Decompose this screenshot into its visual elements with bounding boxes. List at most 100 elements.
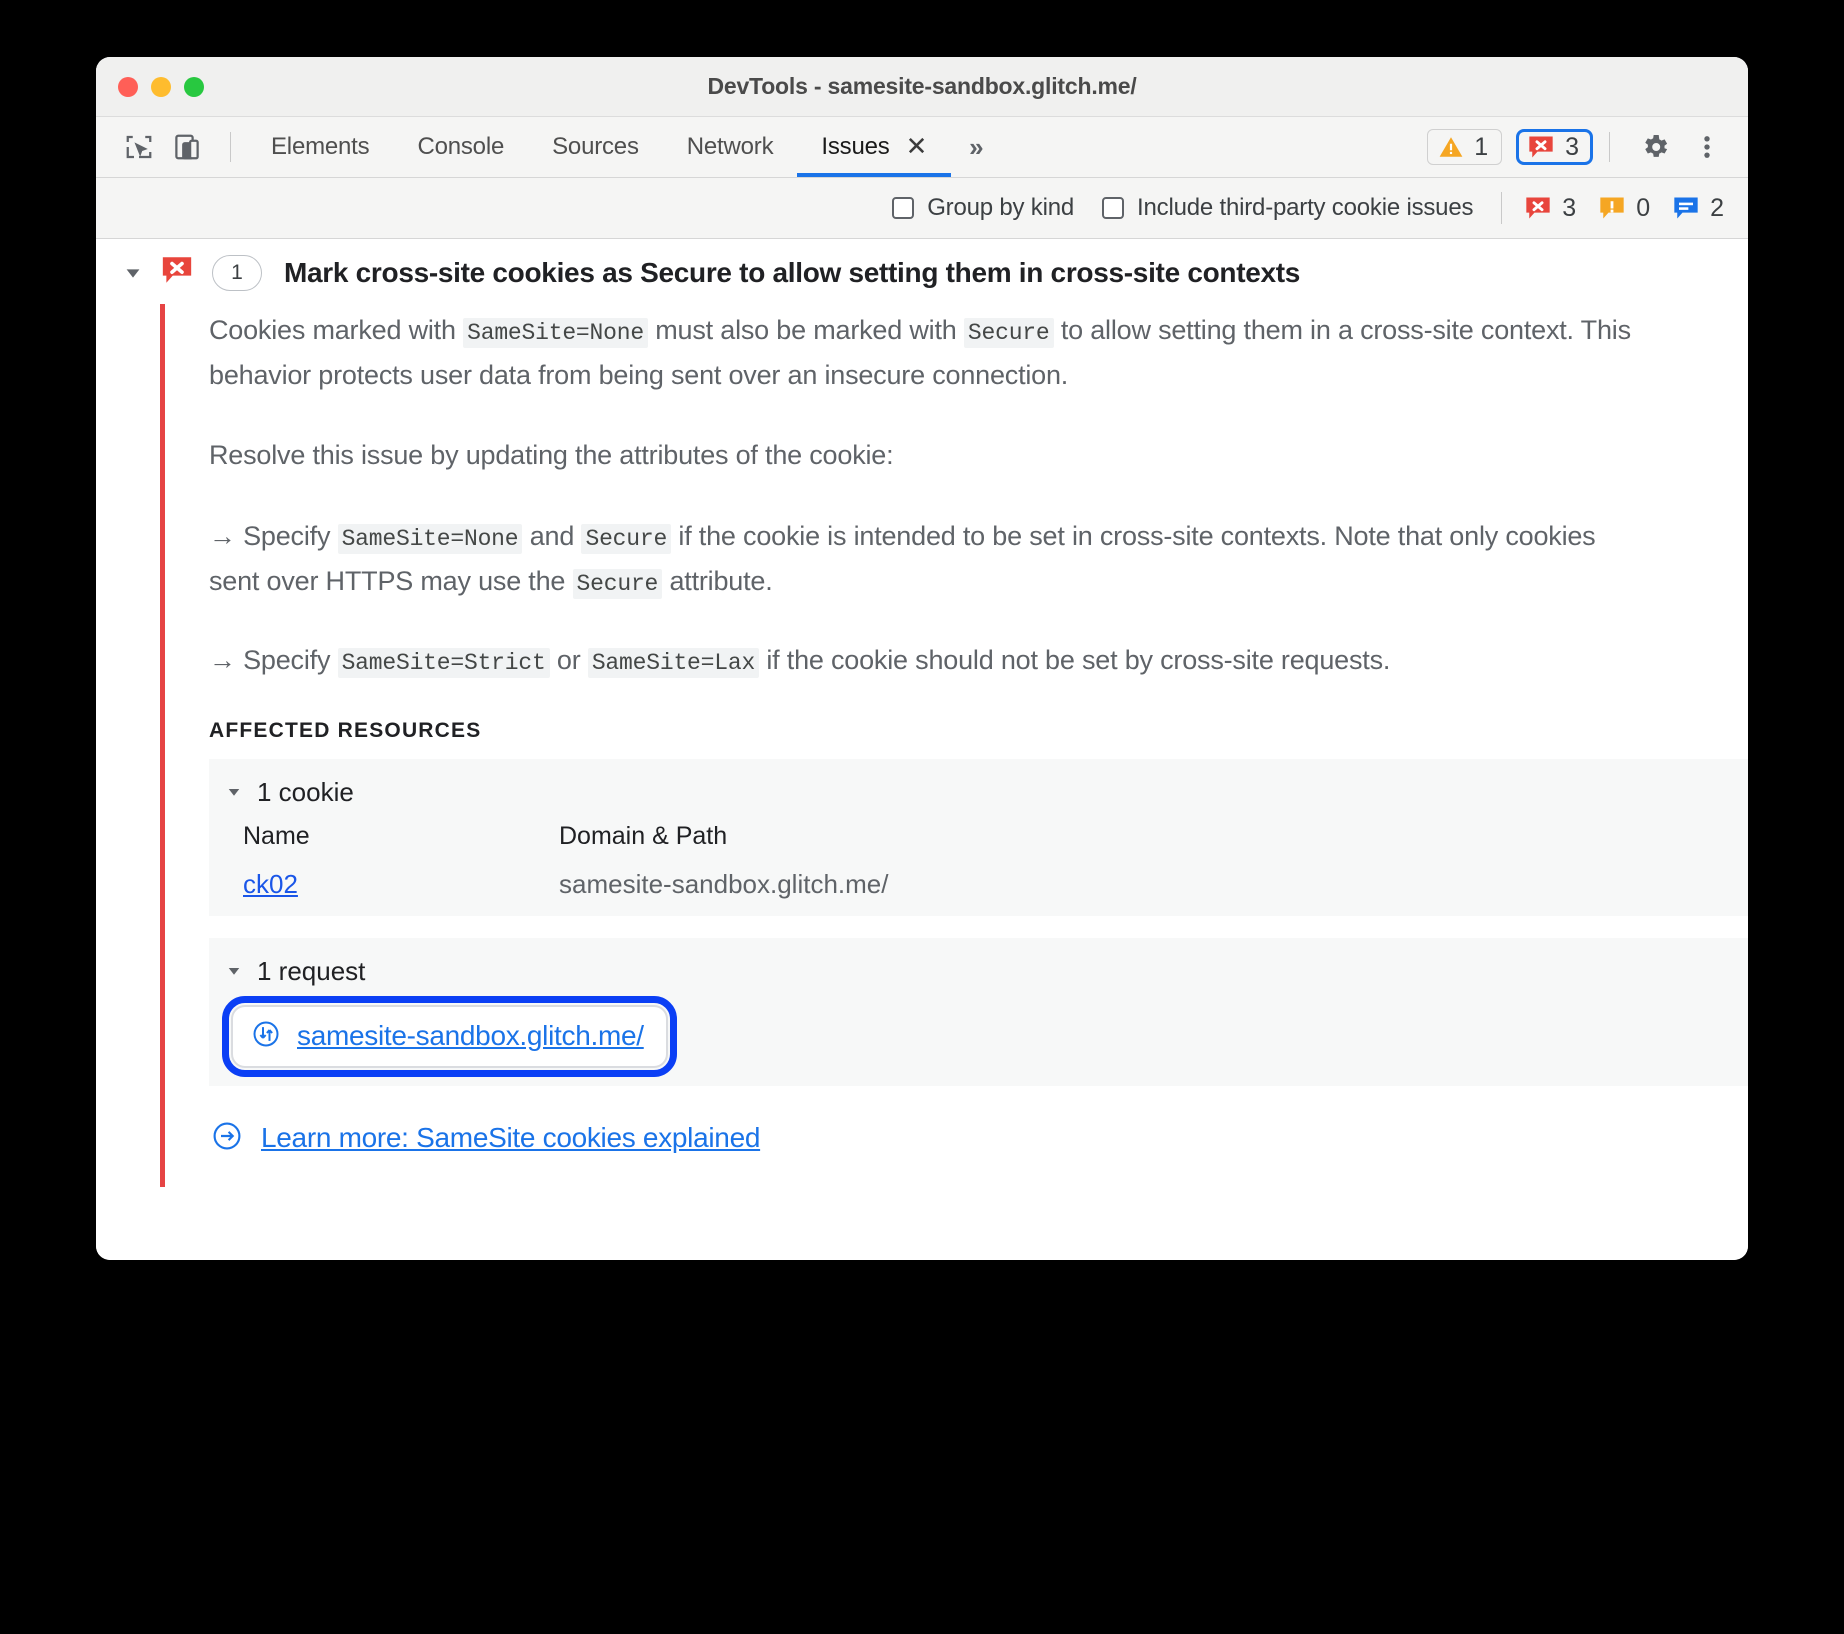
tab-network-label: Network: [686, 133, 774, 160]
code-samesite-none: SameSite=None: [463, 318, 648, 348]
bullet2-seg2: or: [549, 644, 588, 675]
gear-icon[interactable]: [1632, 124, 1678, 170]
window-title: DevTools - samesite-sandbox.glitch.me/: [707, 73, 1137, 99]
bullet2-seg1: Specify: [235, 644, 338, 675]
column-header-domain-path: Domain & Path: [559, 821, 728, 850]
warning-bubble-icon: [1600, 197, 1624, 219]
chevron-down-icon[interactable]: [225, 956, 243, 987]
tab-issues-label: Issues: [821, 133, 890, 160]
include-third-party-label: Include third-party cookie issues: [1137, 194, 1474, 221]
affected-requests-toggle[interactable]: 1 request: [209, 948, 1748, 995]
warning-count: 1: [1474, 132, 1489, 161]
error-counter-button[interactable]: 3: [1516, 129, 1593, 165]
para1-seg2: must also be marked with: [647, 315, 964, 345]
chevron-down-icon[interactable]: [225, 777, 243, 808]
zoom-window-button[interactable]: [184, 76, 204, 97]
code-samesite-none-2: SameSite=None: [337, 524, 523, 555]
issue-body: Cookies marked with SameSite=None must a…: [160, 304, 1748, 1187]
affected-requests-summary: 1 request: [257, 955, 366, 986]
tab-network[interactable]: Network: [663, 117, 798, 177]
code-samesite-lax: SameSite=Lax: [587, 647, 760, 678]
devtools-tabbar: Elements Console Sources Network Issues …: [96, 117, 1748, 178]
toolbar-divider: [230, 132, 231, 162]
issue-description-paragraph-2: Resolve this issue by updating the attri…: [209, 440, 894, 471]
inspect-element-icon[interactable]: [118, 126, 160, 168]
affected-cookies-toggle[interactable]: 1 cookie: [209, 769, 1748, 816]
tab-sources[interactable]: Sources: [528, 117, 663, 177]
issue-header-row[interactable]: 1 Mark cross-site cookies as Secure to a…: [96, 239, 1748, 304]
error-count: 3: [1565, 132, 1579, 161]
issues-filter-bar: Group by kind Include third-party cookie…: [96, 178, 1748, 239]
chevron-down-icon[interactable]: [118, 262, 148, 284]
window-titlebar: DevTools - samesite-sandbox.glitch.me/: [96, 57, 1748, 117]
network-request-icon: [251, 1019, 281, 1054]
table-row: ck02 samesite-sandbox.glitch.me/: [243, 869, 1748, 900]
warning-counter-button[interactable]: 1: [1427, 129, 1503, 165]
code-secure-3: Secure: [572, 568, 663, 599]
arrow-circle-right-icon: [211, 1120, 243, 1157]
bullet2-seg3: if the cookie should not be set by cross…: [759, 644, 1391, 675]
panel-tabs: Elements Console Sources Network Issues …: [247, 117, 998, 177]
cookie-name-cell: ck02: [243, 869, 559, 900]
warning-stat[interactable]: 0: [1598, 194, 1650, 223]
tab-console[interactable]: Console: [393, 117, 528, 177]
info-stat-count: 2: [1710, 193, 1724, 222]
warning-stat-count: 0: [1636, 193, 1651, 222]
devtools-window: DevTools - samesite-sandbox.glitch.me/ E…: [96, 57, 1748, 1260]
issue-count-badge: 1: [212, 254, 262, 291]
group-by-kind-label: Group by kind: [927, 194, 1075, 221]
tab-elements-label: Elements: [271, 133, 370, 160]
issue-severity-icon: [160, 253, 194, 292]
filterbar-divider: [1501, 192, 1503, 224]
tab-issues[interactable]: Issues ✕: [797, 117, 951, 177]
code-secure: Secure: [963, 318, 1054, 348]
group-by-kind-checkbox-row[interactable]: Group by kind: [892, 194, 1074, 222]
arrow-right-glyph-2: →: [209, 644, 236, 675]
error-stat[interactable]: 3: [1524, 194, 1576, 223]
code-secure-2: Secure: [581, 524, 672, 555]
issue-title: Mark cross-site cookies as Secure to all…: [284, 256, 1301, 288]
table-header-row: Name Domain & Path: [243, 822, 1748, 851]
device-toolbar-icon[interactable]: [166, 126, 208, 168]
error-icon: [162, 257, 192, 283]
affected-cookies-section: 1 cookie Name Domain & Path ck02 samesit…: [209, 758, 1748, 916]
error-icon: [1529, 136, 1553, 158]
issue-bullet-2: → Specify SameSite=Strict or SameSite=La…: [209, 638, 1639, 683]
include-third-party-checkbox-row[interactable]: Include third-party cookie issues: [1102, 194, 1473, 222]
column-header-name: Name: [243, 821, 310, 850]
include-third-party-checkbox[interactable]: [1102, 197, 1125, 219]
minimize-window-button[interactable]: [151, 76, 171, 97]
affected-request-row[interactable]: samesite-sandbox.glitch.me/: [222, 995, 677, 1077]
affected-resources-heading: AFFECTED RESOURCES: [209, 718, 482, 742]
info-stat[interactable]: 2: [1672, 194, 1724, 223]
toolbar-divider-2: [1609, 132, 1610, 162]
learn-more-link[interactable]: Learn more: SameSite cookies explained: [261, 1122, 760, 1154]
tab-console-label: Console: [417, 133, 505, 160]
affected-requests-section: 1 request samesite-sandbox.glitch.me/: [209, 937, 1748, 1086]
info-bubble-icon: [1674, 197, 1698, 219]
learn-more-row[interactable]: Learn more: SameSite cookies explained: [209, 1120, 1748, 1157]
error-stat-count: 3: [1562, 193, 1577, 222]
close-icon[interactable]: ✕: [906, 133, 928, 159]
affected-request-link[interactable]: samesite-sandbox.glitch.me/: [297, 1020, 644, 1052]
tab-sources-label: Sources: [552, 133, 639, 160]
affected-cookies-table: Name Domain & Path ck02 samesite-sandbox…: [209, 816, 1748, 902]
error-icon: [1526, 197, 1550, 219]
more-vertical-icon[interactable]: [1684, 124, 1730, 170]
para1-seg1: Cookies marked with: [209, 315, 464, 345]
warning-icon: [1439, 137, 1463, 157]
issue-description-paragraph-1: Cookies marked with SameSite=None must a…: [209, 308, 1639, 397]
bullet1-seg1: Specify: [235, 521, 338, 552]
tab-elements[interactable]: Elements: [247, 117, 393, 177]
more-tabs-icon[interactable]: »: [951, 132, 997, 163]
issues-list: 1 Mark cross-site cookies as Secure to a…: [96, 239, 1748, 1260]
issue-bullet-1: → Specify SameSite=None and Secure if th…: [209, 514, 1639, 604]
bullet1-seg2: and: [522, 521, 582, 552]
affected-cookies-summary: 1 cookie: [257, 776, 354, 807]
close-window-button[interactable]: [118, 76, 138, 97]
bullet1-seg4: attribute.: [662, 565, 773, 596]
group-by-kind-checkbox[interactable]: [892, 197, 915, 219]
cookie-domain-path-cell: samesite-sandbox.glitch.me/: [559, 868, 889, 899]
cookie-name-link[interactable]: ck02: [243, 869, 298, 899]
arrow-right-glyph-1: →: [209, 521, 236, 552]
